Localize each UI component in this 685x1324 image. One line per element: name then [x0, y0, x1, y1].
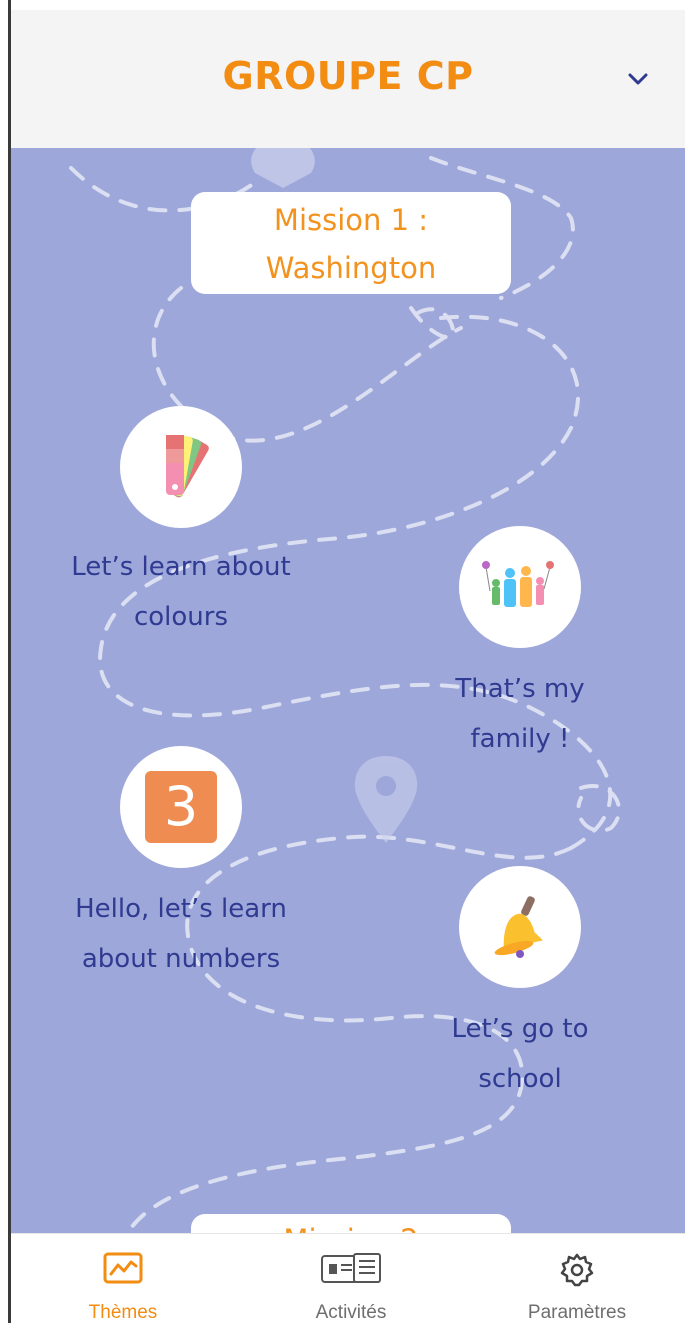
- chart-icon: [103, 1252, 143, 1284]
- mission-title-line2: Washington: [265, 251, 437, 285]
- location-pin-icon: [354, 756, 418, 843]
- chevron-down-icon[interactable]: [625, 66, 651, 92]
- mission-title-line1: Mission 1 :: [273, 203, 429, 237]
- tab-parametres-label: Paramètres: [527, 1302, 627, 1323]
- theme-colours-button[interactable]: [120, 406, 242, 528]
- theme-colours-label[interactable]: Let’s learn about colours: [51, 542, 311, 642]
- bottom-tab-bar: Thèmes Activités Paramètres: [11, 1233, 685, 1324]
- app-header: GROUPE CP: [11, 0, 685, 148]
- color-palette-icon: [165, 434, 209, 498]
- bell-icon: [494, 896, 543, 958]
- number-three-icon: 3: [145, 771, 217, 843]
- theme-school-label[interactable]: Let’s go to school: [390, 1004, 650, 1104]
- theme-family-label[interactable]: That’s my family !: [390, 664, 650, 764]
- tab-parametres[interactable]: Paramètres: [487, 1234, 667, 1324]
- tab-themes-label: Thèmes: [88, 1302, 158, 1323]
- mission-title-card[interactable]: Mission 1 : Washington: [191, 192, 511, 294]
- tab-themes[interactable]: Thèmes: [33, 1234, 213, 1324]
- tab-activites[interactable]: Activités: [261, 1234, 441, 1324]
- id-card-icon: [321, 1253, 381, 1283]
- tab-activites-label: Activités: [315, 1302, 387, 1323]
- next-mission-card[interactable]: Mission 2: [191, 1214, 511, 1233]
- group-title[interactable]: GROUPE CP: [11, 54, 685, 98]
- theme-numbers-button[interactable]: 3: [120, 746, 242, 868]
- mission-map[interactable]: Mission 1 : Washington Let’s learn about…: [11, 148, 685, 1233]
- theme-family-button[interactable]: [459, 526, 581, 648]
- gear-icon: [560, 1253, 594, 1287]
- theme-school-button[interactable]: [459, 866, 581, 988]
- family-icon: [482, 561, 554, 607]
- theme-numbers-label[interactable]: Hello, let’s learn about numbers: [51, 884, 311, 984]
